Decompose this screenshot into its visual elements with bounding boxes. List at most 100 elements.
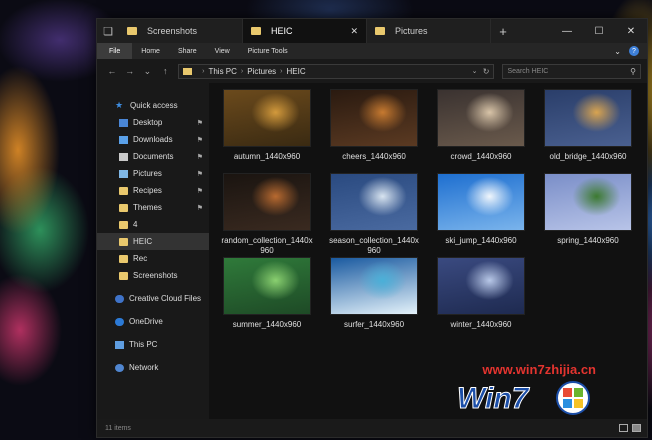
image-thumbnail bbox=[330, 89, 418, 147]
nav-item[interactable]: Screenshots bbox=[97, 267, 209, 284]
folder-icon bbox=[127, 27, 137, 35]
network-icon bbox=[115, 363, 124, 372]
image-thumbnail bbox=[544, 173, 632, 231]
file-tile[interactable]: crowd_1440x960 bbox=[435, 89, 527, 162]
ribbon: File Home Share View Picture Tools ⌄ ? bbox=[97, 43, 647, 59]
image-thumbnail bbox=[437, 173, 525, 231]
nav-item-label: Downloads bbox=[133, 135, 173, 144]
ribbon-tab-home[interactable]: Home bbox=[132, 43, 169, 59]
ribbon-tab-file[interactable]: File bbox=[97, 43, 133, 59]
nav-item-label: Creative Cloud Files bbox=[129, 294, 202, 303]
new-tab-button[interactable]: + bbox=[491, 19, 515, 43]
folder-icon bbox=[119, 254, 128, 263]
file-tile[interactable]: cheers_1440x960 bbox=[328, 89, 420, 162]
nav-item-label: This PC bbox=[129, 340, 158, 349]
app-switcher-icon[interactable]: ❏ bbox=[97, 19, 119, 43]
nav-item-label: Recipes bbox=[133, 186, 162, 195]
search-icon: ⚲ bbox=[630, 66, 636, 76]
nav-item[interactable]: 4 bbox=[97, 216, 209, 233]
onedrive-icon bbox=[115, 317, 124, 326]
folder-icon bbox=[119, 186, 128, 195]
image-thumbnail bbox=[544, 89, 632, 147]
nav-item[interactable]: Recipes ⚑ bbox=[97, 182, 209, 199]
nav-item[interactable]: Rec bbox=[97, 250, 209, 267]
pictures-icon bbox=[119, 169, 128, 178]
file-name: autumn_1440x960 bbox=[233, 152, 301, 161]
help-icon[interactable]: ? bbox=[629, 46, 639, 56]
ribbon-tab-picture-tools[interactable]: Picture Tools bbox=[239, 43, 297, 59]
file-tile[interactable]: old_bridge_1440x960 bbox=[542, 89, 634, 162]
folder-icon bbox=[119, 271, 128, 280]
nav-item-label: Network bbox=[129, 363, 159, 372]
tab-screenshots[interactable]: Screenshots bbox=[119, 19, 243, 43]
close-tab-icon[interactable]: ✕ bbox=[350, 26, 358, 37]
nav-item[interactable]: OneDrive bbox=[97, 313, 209, 330]
tab-label: Pictures bbox=[395, 26, 428, 36]
address-dropdown-icon[interactable]: ⌄ bbox=[472, 67, 478, 75]
window-controls: — ☐ ✕ bbox=[551, 19, 647, 43]
nav-item[interactable]: Documents ⚑ bbox=[97, 148, 209, 165]
nav-item[interactable]: HEIC bbox=[97, 233, 209, 250]
tab-label: Screenshots bbox=[147, 26, 198, 36]
nav-item-label: Screenshots bbox=[133, 271, 178, 280]
folder-icon bbox=[375, 27, 385, 35]
nav-item-label: Quick access bbox=[130, 101, 178, 110]
ribbon-tab-view[interactable]: View bbox=[206, 43, 239, 59]
forward-arrow-icon[interactable]: → bbox=[121, 66, 139, 76]
file-tile[interactable]: random_collection_1440x960 bbox=[221, 173, 313, 256]
tab-heic[interactable]: HEIC ✕ bbox=[243, 19, 367, 43]
search-box[interactable]: Search HEIC ⚲ bbox=[502, 63, 641, 79]
image-thumbnail bbox=[330, 173, 418, 231]
nav-item-label: OneDrive bbox=[129, 317, 163, 326]
file-name: crowd_1440x960 bbox=[450, 152, 512, 161]
up-arrow-icon[interactable]: ↑ bbox=[156, 66, 174, 76]
nav-item[interactable]: Pictures ⚑ bbox=[97, 165, 209, 182]
file-tile[interactable]: season_collection_1440x960 bbox=[328, 173, 420, 256]
view-toggle bbox=[619, 424, 641, 432]
maximize-icon[interactable]: ☐ bbox=[583, 19, 615, 43]
breadcrumb-separator-icon: › bbox=[280, 67, 283, 75]
search-input[interactable]: Search HEIC bbox=[507, 68, 548, 75]
file-tile[interactable]: summer_1440x960 bbox=[221, 257, 313, 330]
file-name: summer_1440x960 bbox=[232, 320, 302, 329]
minimize-icon[interactable]: — bbox=[551, 19, 583, 43]
file-tile[interactable]: winter_1440x960 bbox=[435, 257, 527, 330]
nav-item[interactable]: Network bbox=[97, 359, 209, 376]
nav-item-label: Desktop bbox=[133, 118, 163, 127]
breadcrumb-this-pc[interactable]: This PC bbox=[208, 67, 236, 76]
nav-item[interactable]: ★ Quick access bbox=[97, 97, 209, 114]
nav-item[interactable]: Themes ⚑ bbox=[97, 199, 209, 216]
close-window-icon[interactable]: ✕ bbox=[615, 19, 647, 43]
nav-item[interactable]: Desktop ⚑ bbox=[97, 114, 209, 131]
nav-item-label: HEIC bbox=[133, 237, 153, 246]
nav-item[interactable]: This PC bbox=[97, 336, 209, 353]
file-tile[interactable]: ski_jump_1440x960 bbox=[435, 173, 527, 246]
pin-icon: ⚑ bbox=[196, 170, 203, 178]
file-tile[interactable]: spring_1440x960 bbox=[542, 173, 634, 246]
tab-strip: ❏ Screenshots HEIC ✕ Pictures + — ☐ ✕ bbox=[97, 19, 647, 43]
ribbon-tab-share[interactable]: Share bbox=[169, 43, 206, 59]
nav-item[interactable]: Downloads ⚑ bbox=[97, 131, 209, 148]
back-arrow-icon[interactable]: ← bbox=[103, 66, 121, 76]
expand-ribbon-icon[interactable]: ⌄ bbox=[614, 47, 621, 56]
file-tile[interactable]: surfer_1440x960 bbox=[328, 257, 420, 330]
recent-locations-icon[interactable]: ⌄ bbox=[139, 66, 157, 77]
folder-icon bbox=[251, 27, 261, 35]
breadcrumb-pictures[interactable]: Pictures bbox=[247, 67, 276, 76]
file-name: spring_1440x960 bbox=[557, 236, 619, 245]
nav-item[interactable]: Creative Cloud Files bbox=[97, 290, 209, 307]
tab-pictures[interactable]: Pictures bbox=[367, 19, 491, 43]
documents-icon bbox=[119, 152, 128, 161]
address-bar[interactable]: › This PC › Pictures › HEIC ⌄ ↻ bbox=[178, 63, 495, 79]
pin-icon: ⚑ bbox=[196, 153, 203, 161]
nav-item-label: Themes bbox=[133, 203, 162, 212]
large-icons-view-icon[interactable] bbox=[632, 424, 641, 432]
refresh-icon[interactable]: ↻ bbox=[483, 67, 490, 76]
folder-icon bbox=[119, 237, 128, 246]
file-tile[interactable]: autumn_1440x960 bbox=[221, 89, 313, 162]
details-view-icon[interactable] bbox=[619, 424, 628, 432]
breadcrumb-heic[interactable]: HEIC bbox=[287, 67, 306, 76]
pin-icon: ⚑ bbox=[196, 119, 203, 127]
item-count: 11 items bbox=[105, 424, 131, 432]
breadcrumb-separator-icon: › bbox=[202, 67, 205, 75]
